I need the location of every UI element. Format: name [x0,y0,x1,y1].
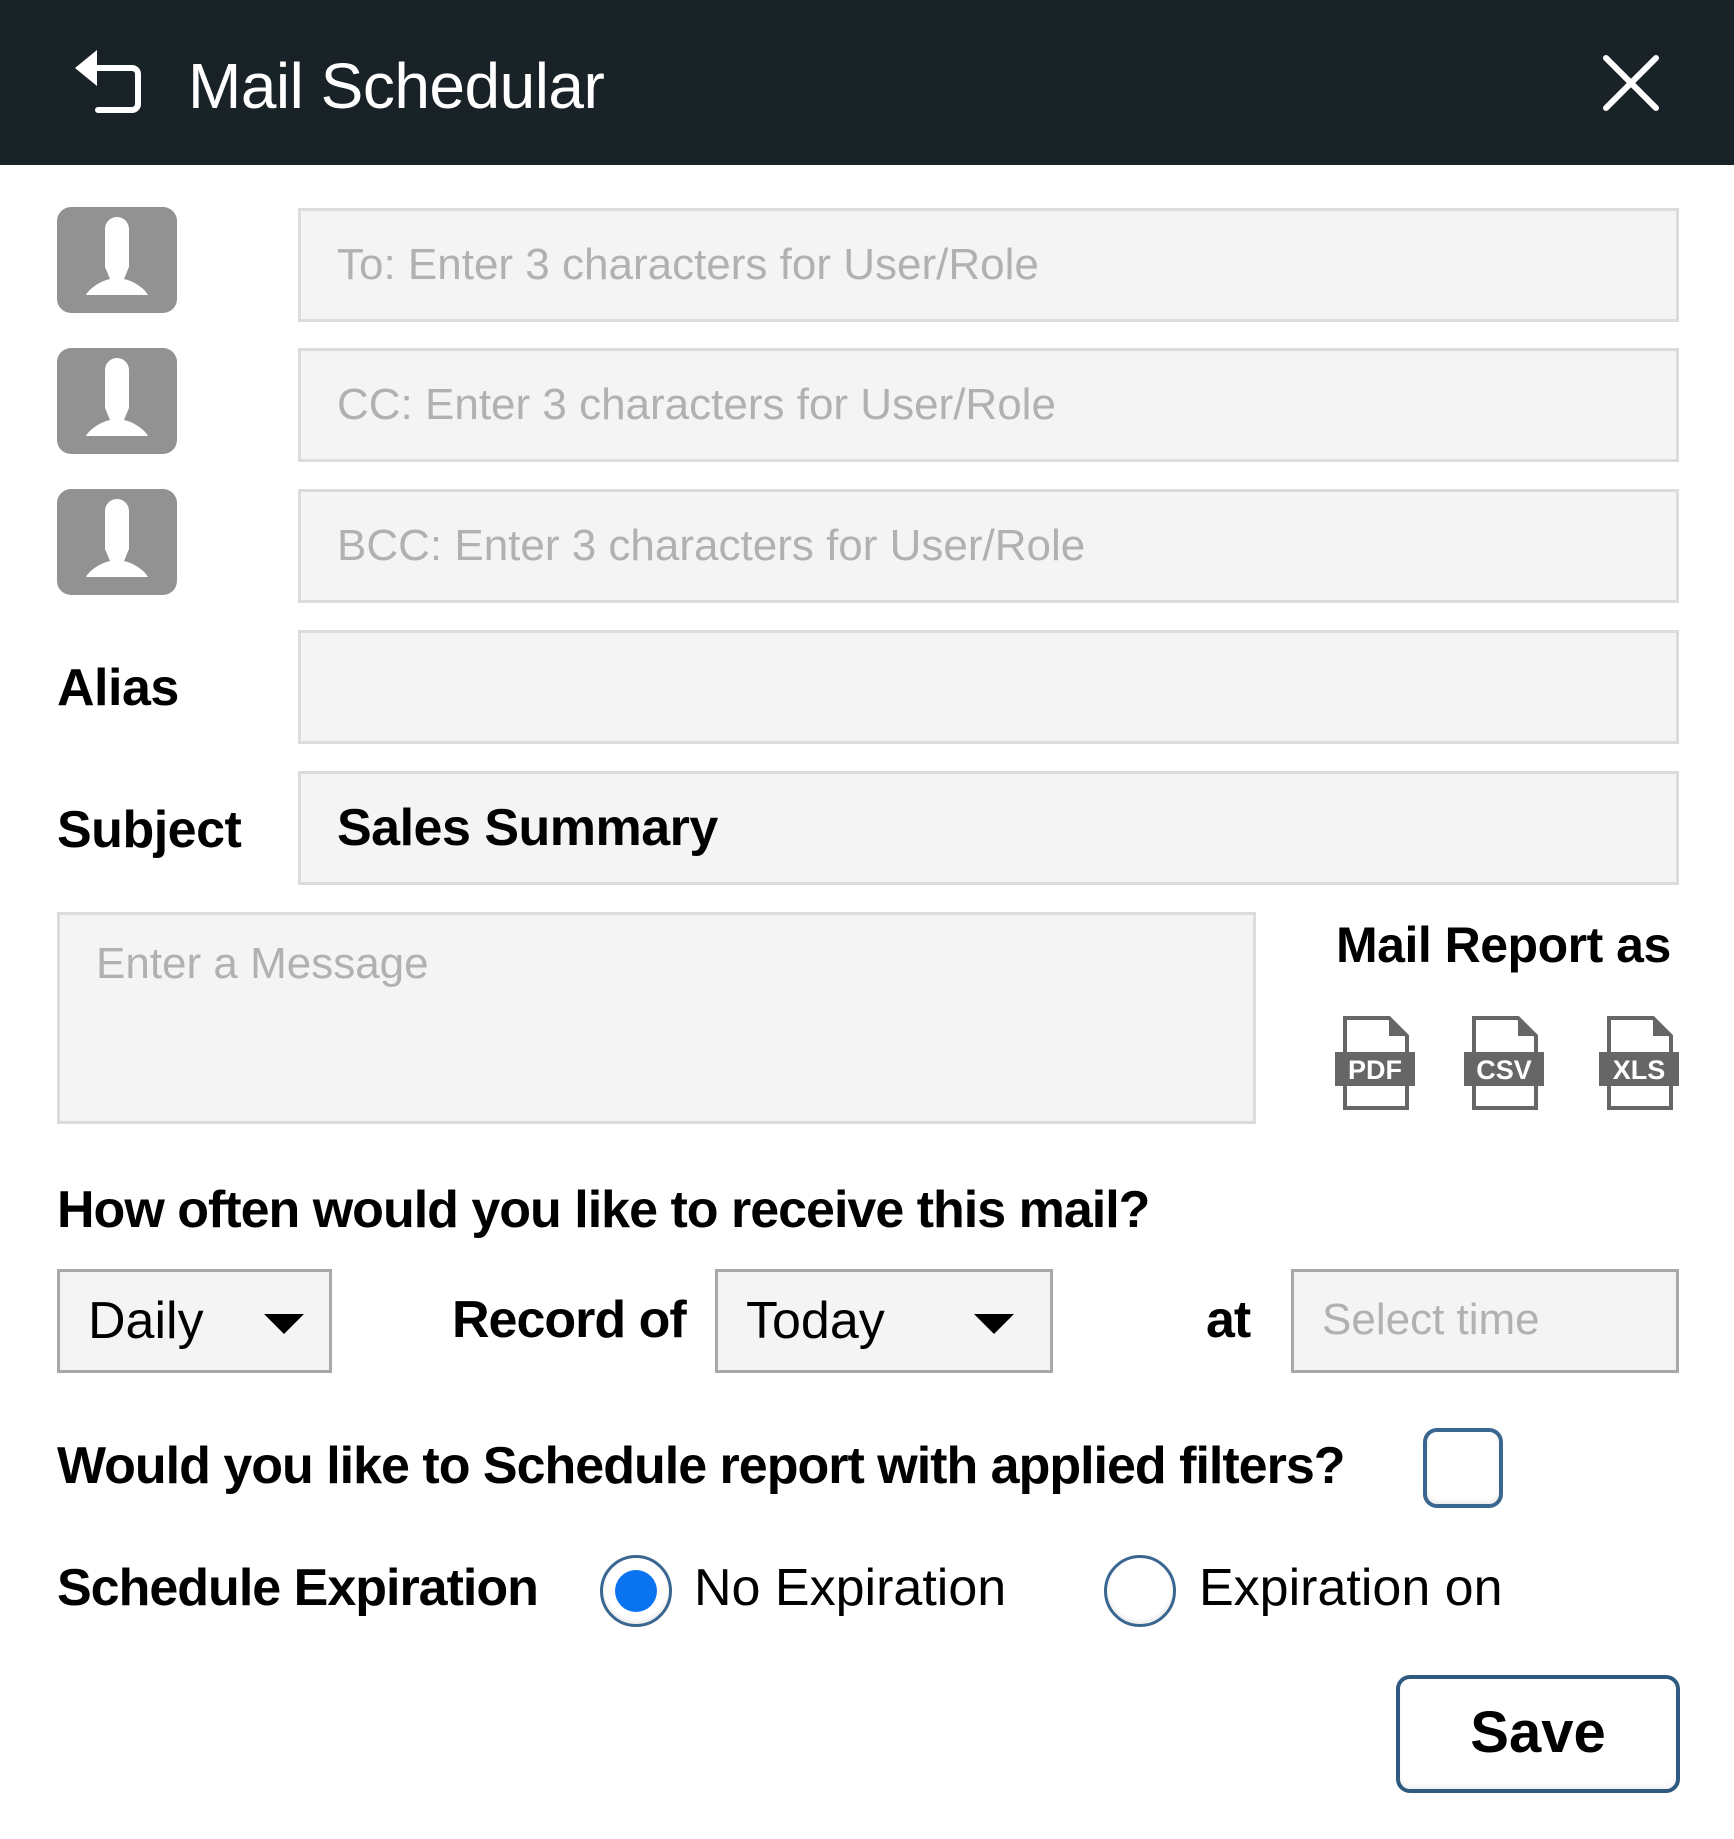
record-of-select[interactable]: Today [715,1269,1053,1373]
bcc-placeholder: BCC: Enter 3 characters for User/Role [337,521,1086,570]
frequency-value: Daily [88,1292,204,1350]
xls-file-icon: XLS [1599,1016,1679,1110]
radio-selected-dot [615,1570,657,1612]
bcc-input[interactable]: BCC: Enter 3 characters for User/Role [298,489,1679,603]
alias-input[interactable] [298,630,1679,744]
applied-filters-question: Would you like to Schedule report with a… [57,1437,1346,1495]
dialog-title: Mail Schedular [188,50,605,122]
csv-format-label: CSV [1476,1055,1532,1085]
chevron-down-icon [264,1314,304,1334]
frequency-select[interactable]: Daily [57,1269,332,1373]
subject-label: Subject [57,801,242,859]
to-input[interactable]: To: Enter 3 characters for User/Role [298,208,1679,322]
record-of-label: Record of [452,1291,687,1349]
csv-format-button[interactable]: CSV [1462,1015,1546,1111]
schedule-expiration-label: Schedule Expiration [57,1559,539,1617]
user-avatar-icon [86,217,148,295]
record-of-value: Today [746,1292,885,1350]
back-arrow-icon [75,50,141,113]
subject-value: Sales Summary [337,799,718,857]
at-label: at [1206,1291,1251,1349]
to-avatar [57,207,177,313]
mail-report-as-label: Mail Report as [1336,917,1671,973]
chevron-down-icon [974,1314,1014,1334]
no-expiration-label[interactable]: No Expiration [694,1558,1006,1618]
pdf-format-label: PDF [1348,1055,1402,1085]
cc-avatar [57,348,177,454]
expiration-on-radio[interactable] [1104,1555,1176,1627]
time-picker-input[interactable]: Select time [1291,1269,1679,1373]
save-button[interactable]: Save [1396,1675,1680,1793]
subject-input[interactable]: Sales Summary [298,771,1679,885]
message-textarea[interactable]: Enter a Message [57,912,1256,1124]
csv-file-icon: CSV [1464,1016,1544,1110]
pdf-format-button[interactable]: PDF [1333,1015,1417,1111]
back-button[interactable] [70,48,146,118]
no-expiration-radio[interactable] [600,1555,672,1627]
header-bar: Mail Schedular [0,0,1734,165]
cc-input[interactable]: CC: Enter 3 characters for User/Role [298,348,1679,462]
expiration-on-label[interactable]: Expiration on [1199,1558,1503,1618]
close-icon [1603,55,1659,111]
user-avatar-icon [86,358,148,436]
cc-placeholder: CC: Enter 3 characters for User/Role [337,380,1056,429]
message-placeholder: Enter a Message [96,939,429,988]
alias-label: Alias [57,659,179,717]
time-placeholder: Select time [1322,1295,1540,1344]
bcc-avatar [57,489,177,595]
xls-format-label: XLS [1613,1055,1666,1085]
user-avatar-icon [86,499,148,577]
applied-filters-checkbox[interactable] [1423,1428,1503,1508]
pdf-file-icon: PDF [1335,1016,1415,1110]
frequency-question: How often would you like to receive this… [57,1181,1150,1239]
close-button[interactable] [1600,52,1662,114]
xls-format-button[interactable]: XLS [1597,1015,1681,1111]
to-placeholder: To: Enter 3 characters for User/Role [337,240,1039,289]
